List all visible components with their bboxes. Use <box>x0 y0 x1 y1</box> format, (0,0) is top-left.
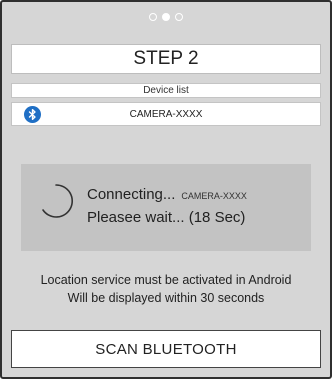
page-dot-1 <box>149 13 157 21</box>
notice-line-1: Location service must be activated in An… <box>40 273 292 287</box>
page-dot-3 <box>175 13 183 21</box>
step-title: STEP 2 <box>11 44 321 74</box>
connecting-device-name: CAMERA-XXXX <box>181 191 247 201</box>
connecting-panel: Connecting... CAMERA-XXXX Pleasee wait...… <box>21 164 311 251</box>
location-notice: Location service must be activated in An… <box>2 271 330 307</box>
app-screen: STEP 2 Device list CAMERA-XXXX Connectin… <box>0 0 332 379</box>
connecting-status: Connecting... CAMERA-XXXX <box>87 186 247 203</box>
device-name: CAMERA-XXXX <box>129 108 203 120</box>
scan-bluetooth-button[interactable]: SCAN BLUETOOTH <box>11 330 321 368</box>
notice-line-2: Will be displayed within 30 seconds <box>67 291 265 305</box>
connecting-label: Connecting... <box>87 186 176 203</box>
device-list-header: Device list <box>11 83 321 98</box>
loading-spinner-icon <box>42 184 73 218</box>
wait-countdown: Pleasee wait... (18 Sec) <box>87 209 246 226</box>
device-list-item[interactable]: CAMERA-XXXX <box>11 102 321 126</box>
page-indicator <box>2 13 330 21</box>
page-dot-2-active <box>162 13 170 21</box>
